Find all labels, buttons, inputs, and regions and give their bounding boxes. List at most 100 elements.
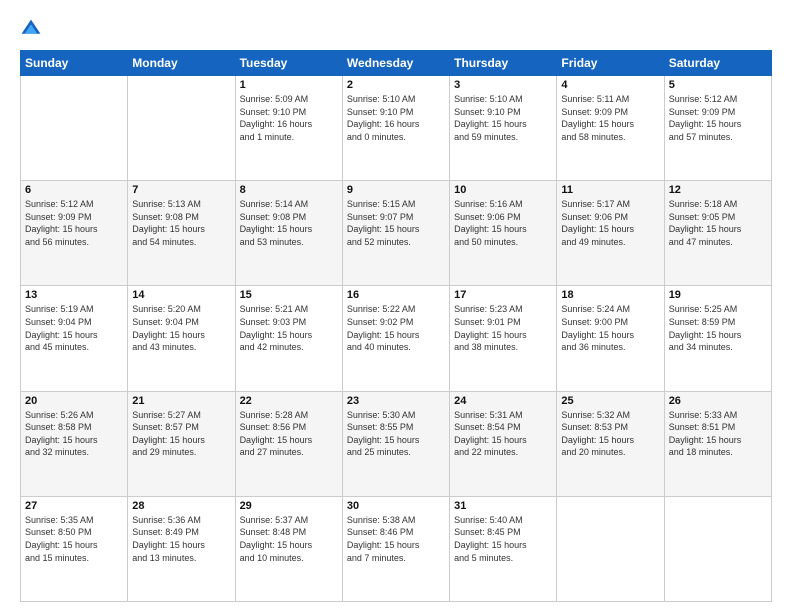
- day-number: 12: [669, 184, 767, 196]
- calendar-header-day: Saturday: [664, 51, 771, 76]
- calendar-cell: 26 Sunrise: 5:33 AM Sunset: 8:51 PM Dayli…: [664, 391, 771, 496]
- day-number: 24: [454, 395, 552, 407]
- cell-content: Sunrise: 5:23 AM Sunset: 9:01 PM Dayligh…: [454, 303, 552, 353]
- page: SundayMondayTuesdayWednesdayThursdayFrid…: [0, 0, 792, 612]
- cell-content: Sunrise: 5:22 AM Sunset: 9:02 PM Dayligh…: [347, 303, 445, 353]
- calendar-cell: [21, 76, 128, 181]
- calendar-cell: 5 Sunrise: 5:12 AM Sunset: 9:09 PM Daylig…: [664, 76, 771, 181]
- calendar-cell: 14 Sunrise: 5:20 AM Sunset: 9:04 PM Dayli…: [128, 286, 235, 391]
- cell-content: Sunrise: 5:10 AM Sunset: 9:10 PM Dayligh…: [454, 93, 552, 143]
- calendar-cell: 12 Sunrise: 5:18 AM Sunset: 9:05 PM Dayli…: [664, 181, 771, 286]
- cell-content: Sunrise: 5:28 AM Sunset: 8:56 PM Dayligh…: [240, 409, 338, 459]
- cell-content: Sunrise: 5:12 AM Sunset: 9:09 PM Dayligh…: [669, 93, 767, 143]
- cell-content: Sunrise: 5:38 AM Sunset: 8:46 PM Dayligh…: [347, 514, 445, 564]
- cell-content: Sunrise: 5:31 AM Sunset: 8:54 PM Dayligh…: [454, 409, 552, 459]
- calendar-cell: [664, 496, 771, 601]
- day-number: 11: [561, 184, 659, 196]
- calendar-cell: [557, 496, 664, 601]
- cell-content: Sunrise: 5:40 AM Sunset: 8:45 PM Dayligh…: [454, 514, 552, 564]
- cell-content: Sunrise: 5:11 AM Sunset: 9:09 PM Dayligh…: [561, 93, 659, 143]
- day-number: 6: [25, 184, 123, 196]
- day-number: 31: [454, 500, 552, 512]
- cell-content: Sunrise: 5:17 AM Sunset: 9:06 PM Dayligh…: [561, 198, 659, 248]
- day-number: 21: [132, 395, 230, 407]
- calendar-cell: 19 Sunrise: 5:25 AM Sunset: 8:59 PM Dayli…: [664, 286, 771, 391]
- cell-content: Sunrise: 5:15 AM Sunset: 9:07 PM Dayligh…: [347, 198, 445, 248]
- calendar-header-day: Sunday: [21, 51, 128, 76]
- day-number: 22: [240, 395, 338, 407]
- day-number: 9: [347, 184, 445, 196]
- day-number: 23: [347, 395, 445, 407]
- calendar-week-row: 20 Sunrise: 5:26 AM Sunset: 8:58 PM Dayli…: [21, 391, 772, 496]
- day-number: 18: [561, 289, 659, 301]
- day-number: 19: [669, 289, 767, 301]
- cell-content: Sunrise: 5:14 AM Sunset: 9:08 PM Dayligh…: [240, 198, 338, 248]
- calendar-cell: 21 Sunrise: 5:27 AM Sunset: 8:57 PM Dayli…: [128, 391, 235, 496]
- cell-content: Sunrise: 5:12 AM Sunset: 9:09 PM Dayligh…: [25, 198, 123, 248]
- day-number: 4: [561, 79, 659, 91]
- cell-content: Sunrise: 5:26 AM Sunset: 8:58 PM Dayligh…: [25, 409, 123, 459]
- cell-content: Sunrise: 5:32 AM Sunset: 8:53 PM Dayligh…: [561, 409, 659, 459]
- cell-content: Sunrise: 5:21 AM Sunset: 9:03 PM Dayligh…: [240, 303, 338, 353]
- day-number: 17: [454, 289, 552, 301]
- day-number: 7: [132, 184, 230, 196]
- logo: [20, 18, 46, 40]
- calendar-cell: 17 Sunrise: 5:23 AM Sunset: 9:01 PM Dayli…: [450, 286, 557, 391]
- cell-content: Sunrise: 5:36 AM Sunset: 8:49 PM Dayligh…: [132, 514, 230, 564]
- cell-content: Sunrise: 5:19 AM Sunset: 9:04 PM Dayligh…: [25, 303, 123, 353]
- cell-content: Sunrise: 5:18 AM Sunset: 9:05 PM Dayligh…: [669, 198, 767, 248]
- cell-content: Sunrise: 5:10 AM Sunset: 9:10 PM Dayligh…: [347, 93, 445, 143]
- calendar-cell: 11 Sunrise: 5:17 AM Sunset: 9:06 PM Dayli…: [557, 181, 664, 286]
- day-number: 20: [25, 395, 123, 407]
- day-number: 1: [240, 79, 338, 91]
- calendar-cell: 30 Sunrise: 5:38 AM Sunset: 8:46 PM Dayli…: [342, 496, 449, 601]
- day-number: 8: [240, 184, 338, 196]
- cell-content: Sunrise: 5:20 AM Sunset: 9:04 PM Dayligh…: [132, 303, 230, 353]
- cell-content: Sunrise: 5:37 AM Sunset: 8:48 PM Dayligh…: [240, 514, 338, 564]
- day-number: 26: [669, 395, 767, 407]
- calendar-cell: 27 Sunrise: 5:35 AM Sunset: 8:50 PM Dayli…: [21, 496, 128, 601]
- calendar-cell: 31 Sunrise: 5:40 AM Sunset: 8:45 PM Dayli…: [450, 496, 557, 601]
- calendar-cell: 15Sunrise: 5:21 AM Sunset: 9:03 PM Dayli…: [235, 286, 342, 391]
- day-number: 29: [240, 500, 338, 512]
- calendar-cell: 20 Sunrise: 5:26 AM Sunset: 8:58 PM Dayli…: [21, 391, 128, 496]
- calendar-header-day: Wednesday: [342, 51, 449, 76]
- calendar-cell: 3Sunrise: 5:10 AM Sunset: 9:10 PM Daylig…: [450, 76, 557, 181]
- cell-content: Sunrise: 5:09 AM Sunset: 9:10 PM Dayligh…: [240, 93, 338, 143]
- calendar-header-row: SundayMondayTuesdayWednesdayThursdayFrid…: [21, 51, 772, 76]
- cell-content: Sunrise: 5:27 AM Sunset: 8:57 PM Dayligh…: [132, 409, 230, 459]
- calendar-cell: 13Sunrise: 5:19 AM Sunset: 9:04 PM Dayli…: [21, 286, 128, 391]
- calendar-cell: 1 Sunrise: 5:09 AM Sunset: 9:10 PM Daylig…: [235, 76, 342, 181]
- calendar-cell: [128, 76, 235, 181]
- calendar-cell: 18 Sunrise: 5:24 AM Sunset: 9:00 PM Dayli…: [557, 286, 664, 391]
- calendar-cell: 10Sunrise: 5:16 AM Sunset: 9:06 PM Dayli…: [450, 181, 557, 286]
- calendar-cell: 28Sunrise: 5:36 AM Sunset: 8:49 PM Dayli…: [128, 496, 235, 601]
- calendar-cell: 7 Sunrise: 5:13 AM Sunset: 9:08 PM Daylig…: [128, 181, 235, 286]
- calendar-cell: 29 Sunrise: 5:37 AM Sunset: 8:48 PM Dayli…: [235, 496, 342, 601]
- calendar-cell: 25Sunrise: 5:32 AM Sunset: 8:53 PM Dayli…: [557, 391, 664, 496]
- cell-content: Sunrise: 5:35 AM Sunset: 8:50 PM Dayligh…: [25, 514, 123, 564]
- calendar-cell: 2 Sunrise: 5:10 AM Sunset: 9:10 PM Daylig…: [342, 76, 449, 181]
- calendar-header-day: Friday: [557, 51, 664, 76]
- calendar-cell: 8 Sunrise: 5:14 AM Sunset: 9:08 PM Daylig…: [235, 181, 342, 286]
- calendar-week-row: 6 Sunrise: 5:12 AM Sunset: 9:09 PM Daylig…: [21, 181, 772, 286]
- calendar-table: SundayMondayTuesdayWednesdayThursdayFrid…: [20, 50, 772, 602]
- cell-content: Sunrise: 5:24 AM Sunset: 9:00 PM Dayligh…: [561, 303, 659, 353]
- cell-content: Sunrise: 5:16 AM Sunset: 9:06 PM Dayligh…: [454, 198, 552, 248]
- calendar-cell: 24 Sunrise: 5:31 AM Sunset: 8:54 PM Dayli…: [450, 391, 557, 496]
- day-number: 2: [347, 79, 445, 91]
- calendar-header-day: Thursday: [450, 51, 557, 76]
- cell-content: Sunrise: 5:33 AM Sunset: 8:51 PM Dayligh…: [669, 409, 767, 459]
- cell-content: Sunrise: 5:13 AM Sunset: 9:08 PM Dayligh…: [132, 198, 230, 248]
- calendar-cell: 4 Sunrise: 5:11 AM Sunset: 9:09 PM Daylig…: [557, 76, 664, 181]
- day-number: 30: [347, 500, 445, 512]
- day-number: 5: [669, 79, 767, 91]
- calendar-cell: 9 Sunrise: 5:15 AM Sunset: 9:07 PM Daylig…: [342, 181, 449, 286]
- day-number: 27: [25, 500, 123, 512]
- cell-content: Sunrise: 5:25 AM Sunset: 8:59 PM Dayligh…: [669, 303, 767, 353]
- calendar-cell: 6 Sunrise: 5:12 AM Sunset: 9:09 PM Daylig…: [21, 181, 128, 286]
- calendar-cell: 22 Sunrise: 5:28 AM Sunset: 8:56 PM Dayli…: [235, 391, 342, 496]
- day-number: 14: [132, 289, 230, 301]
- day-number: 16: [347, 289, 445, 301]
- header: [20, 18, 772, 40]
